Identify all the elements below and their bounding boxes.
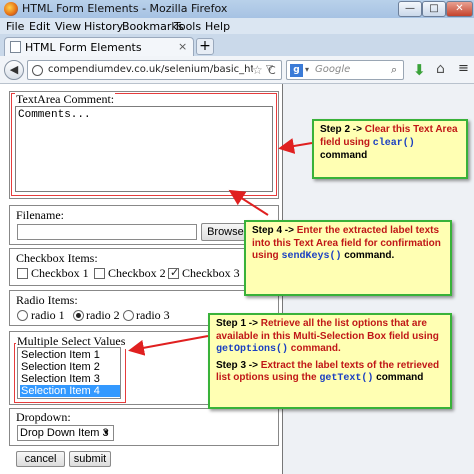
maximize-button[interactable]: □ xyxy=(422,1,446,17)
close-window-button[interactable]: ✕ xyxy=(446,1,473,17)
menu-view[interactable]: View xyxy=(55,20,81,33)
dropdown-select[interactable]: Drop Down Item 3 ▼ xyxy=(17,425,114,441)
callout-step-1-3: Step 1 -> Retrieve all the list options … xyxy=(208,313,452,409)
globe-icon xyxy=(32,65,43,76)
radio-legend: Radio Items: xyxy=(16,293,78,307)
step-2-suffix: command xyxy=(320,150,368,161)
home-icon[interactable]: ⌂ xyxy=(436,61,445,77)
radio-1[interactable] xyxy=(17,310,28,321)
callout-step-4: Step 4 -> Enter the extracted label text… xyxy=(244,220,452,296)
step-3-suffix: command xyxy=(376,372,424,383)
download-icon[interactable]: ⬇ xyxy=(413,61,426,79)
step-1-prefix: Step 1 -> xyxy=(216,318,258,329)
step-2-prefix: Step 2 -> xyxy=(320,124,362,135)
url-bar[interactable]: compendiumdev.co.uk/selenium/basic_html_… xyxy=(27,60,282,80)
back-button[interactable]: ◀ xyxy=(4,60,24,80)
checkbox-legend: Checkbox Items: xyxy=(16,251,98,265)
radio-2-label: radio 2 xyxy=(86,308,120,322)
list-option-2[interactable]: Selection Item 2 xyxy=(20,361,120,373)
list-option-3[interactable]: Selection Item 3 xyxy=(20,373,120,385)
firefox-logo-icon xyxy=(4,2,18,16)
multiselect-listbox[interactable]: Selection Item 1 Selection Item 2 Select… xyxy=(17,347,121,399)
dropdown-value: Drop Down Item 3 xyxy=(20,427,109,439)
radio-3-label: radio 3 xyxy=(136,308,170,322)
tab-strip: HTML Form Elements × + xyxy=(0,34,474,56)
search-bar[interactable]: g ▾ Google ⌕ xyxy=(286,60,404,80)
step-1-paragraph: Step 1 -> Retrieve all the list options … xyxy=(216,318,444,357)
menu-tools[interactable]: Tools xyxy=(174,20,201,33)
dropdown-arrow-icon: ▼ xyxy=(102,428,110,437)
list-option-1[interactable]: Selection Item 1 xyxy=(20,349,120,361)
checkbox-2-label: Checkbox 2 xyxy=(108,266,166,280)
reload-icon[interactable]: C xyxy=(268,64,276,77)
callout-step-2: Step 2 -> Clear this Text Area field usi… xyxy=(312,119,468,179)
radio-1-label: radio 1 xyxy=(31,308,65,322)
search-engine-dropdown-icon[interactable]: ▾ xyxy=(305,65,309,74)
submit-button[interactable]: submit xyxy=(69,451,111,467)
tab-html-form-elements[interactable]: HTML Form Elements × xyxy=(4,37,194,56)
menu-help[interactable]: Help xyxy=(205,20,230,33)
step-1-code: getOptions() xyxy=(216,344,289,355)
step-3-paragraph: Step 3 -> Extract the label texts of the… xyxy=(216,360,444,386)
comments-textarea[interactable]: Comments... xyxy=(15,106,273,192)
tab-label: HTML Form Elements xyxy=(25,41,142,54)
google-icon[interactable]: g xyxy=(290,64,303,77)
menu-icon[interactable]: ≡ xyxy=(458,61,469,76)
checkbox-3[interactable] xyxy=(168,266,179,279)
radio-3[interactable] xyxy=(123,310,134,321)
checkbox-2[interactable] xyxy=(94,268,105,279)
step-3-prefix: Step 3 -> xyxy=(216,359,258,371)
step-4-code: sendKeys() xyxy=(281,251,342,262)
step-3-code: getText() xyxy=(319,373,374,384)
search-placeholder: Google xyxy=(315,64,351,75)
navigation-bar: ◀ compendiumdev.co.uk/selenium/basic_htm… xyxy=(0,56,474,84)
step-4-prefix: Step 4 -> xyxy=(252,225,294,236)
list-option-4[interactable]: Selection Item 4 xyxy=(20,385,120,397)
checkbox-1-label: Checkbox 1 xyxy=(31,266,89,280)
radio-2[interactable] xyxy=(73,310,84,321)
filename-input[interactable] xyxy=(17,224,197,240)
menu-edit[interactable]: Edit xyxy=(29,20,50,33)
page-icon xyxy=(10,41,21,53)
step-2-code: clear() xyxy=(372,137,415,149)
menu-file[interactable]: File xyxy=(6,20,24,33)
window-title: HTML Form Elements - Mozilla Firefox xyxy=(22,2,228,15)
new-tab-button[interactable]: + xyxy=(196,38,214,55)
title-bar: HTML Form Elements - Mozilla Firefox — □… xyxy=(0,0,474,18)
checkbox-1[interactable] xyxy=(17,268,28,279)
step-1-suffix: command. xyxy=(290,343,341,354)
textarea-legend: TextArea Comment: xyxy=(15,92,116,107)
filename-label: Filename: xyxy=(16,208,64,222)
search-icon[interactable]: ⌕ xyxy=(391,63,397,77)
bookmark-star-icon[interactable]: ☆ xyxy=(252,63,263,77)
checkbox-3-label: Checkbox 3 xyxy=(182,266,240,280)
minimize-button[interactable]: — xyxy=(398,1,422,17)
cancel-button[interactable]: cancel xyxy=(16,451,65,467)
url-text: compendiumdev.co.uk/selenium/basic_html_… xyxy=(48,64,253,75)
menu-history[interactable]: History xyxy=(84,20,123,33)
menu-bar: File Edit View History Bookmarks Tools H… xyxy=(0,18,474,34)
dropdown-legend: Dropdown: xyxy=(16,410,71,424)
tab-close-icon[interactable]: × xyxy=(178,40,187,53)
step-4-suffix: command. xyxy=(344,250,395,261)
